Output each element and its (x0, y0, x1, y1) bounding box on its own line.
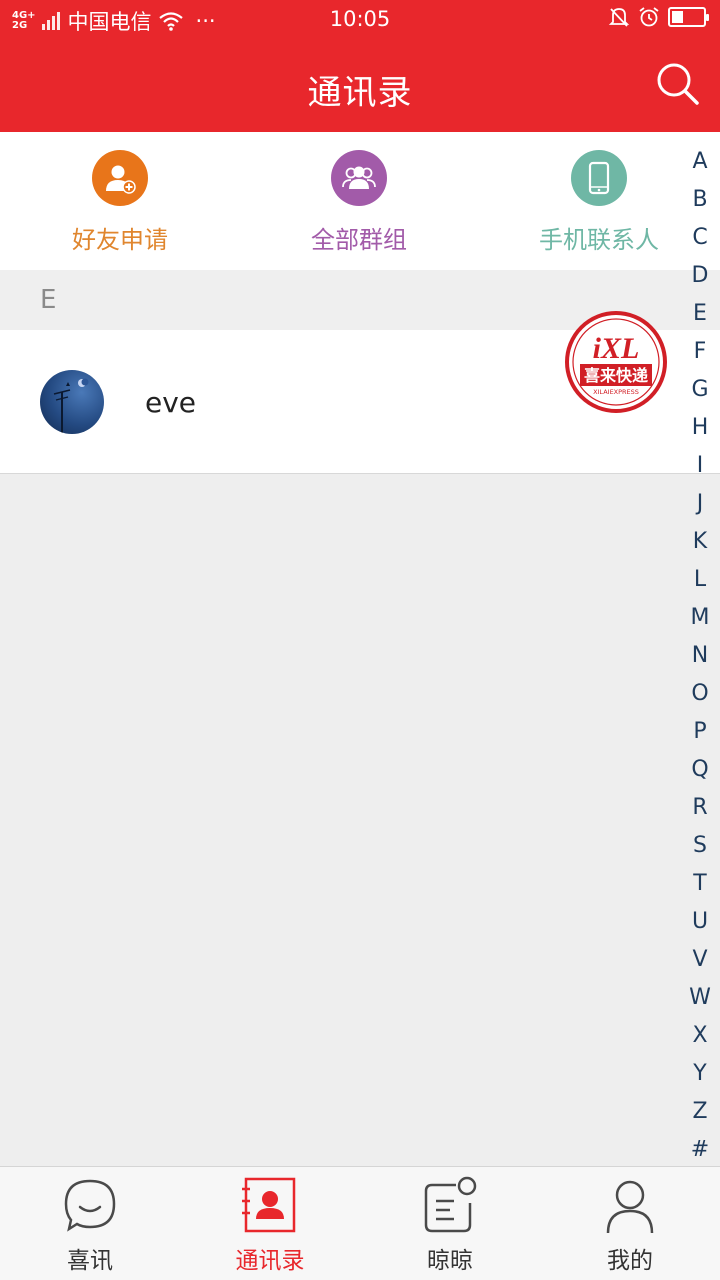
friend-requests-shortcut[interactable]: 好友申请 (20, 150, 220, 255)
search-icon (657, 63, 699, 105)
index-letter-b[interactable]: B (692, 181, 707, 219)
index-letter-i[interactable]: I (697, 447, 704, 485)
index-letter-e[interactable]: E (693, 295, 707, 333)
add-friend-icon (92, 150, 148, 206)
index-letter-a[interactable]: A (692, 143, 707, 181)
svg-text:iXL: iXL (593, 332, 640, 365)
index-letter-n[interactable]: N (692, 637, 708, 675)
alarm-icon (639, 7, 659, 27)
title-bar: 通讯录 (0, 40, 720, 132)
index-letter-k[interactable]: K (693, 523, 707, 561)
phone-icon (571, 150, 627, 206)
all-groups-shortcut[interactable]: 全部群组 (259, 150, 459, 255)
index-letter-u[interactable]: U (692, 903, 708, 941)
index-letter-m[interactable]: M (691, 599, 710, 637)
battery-level (672, 11, 683, 23)
status-right (608, 6, 709, 28)
index-letter-r[interactable]: R (692, 789, 707, 827)
index-letter-h[interactable]: H (692, 409, 709, 447)
avatar (40, 370, 104, 434)
index-letter-f[interactable]: F (694, 333, 707, 371)
bottom-nav: 喜讯 通讯录 晾晾 我的 (0, 1166, 720, 1280)
nav-tab-contacts[interactable]: 通讯录 (180, 1175, 360, 1275)
index-letter-d[interactable]: D (692, 257, 709, 295)
nav-label-xixun: 喜讯 (67, 1248, 113, 1274)
index-letter-y[interactable]: Y (693, 1055, 706, 1093)
svg-text:XILAIEXPRESS: XILAIEXPRESS (593, 388, 639, 396)
nav-label-contacts: 通讯录 (235, 1248, 305, 1274)
brand-stamp: iXL 喜来快递 XILAIEXPRESS (564, 310, 668, 414)
status-bar: 4G+ 2G 中国电信 ··· 10:05 (0, 0, 720, 40)
index-letter-q[interactable]: Q (691, 751, 708, 789)
profile-icon (600, 1175, 660, 1235)
group-icon (331, 150, 387, 206)
index-letter-z[interactable]: Z (692, 1093, 707, 1131)
battery-icon (668, 7, 709, 27)
friend-requests-label: 好友申请 (72, 226, 168, 254)
search-button[interactable] (654, 60, 702, 108)
silent-bell-icon (608, 8, 630, 27)
contacts-book-icon (240, 1175, 300, 1235)
nav-label-profile: 我的 (607, 1248, 653, 1274)
contact-name: eve (145, 386, 197, 419)
phone-contacts-shortcut[interactable]: 手机联系人 (499, 150, 699, 255)
nav-tab-liangliang[interactable]: 晾晾 (360, 1175, 540, 1275)
nav-tab-profile[interactable]: 我的 (540, 1175, 720, 1275)
alphabet-index[interactable]: A B C D E F G H I J K L M N O P Q R S T U V W X Y Z # (680, 143, 720, 1169)
shortcut-row: 好友申请 全部群组 手机联系人 (0, 132, 720, 270)
index-letter-x[interactable]: X (692, 1017, 707, 1055)
index-letter-j[interactable]: J (697, 485, 704, 523)
index-letter-l[interactable]: L (694, 561, 706, 599)
nav-tab-xixun[interactable]: 喜讯 (0, 1175, 180, 1275)
index-letter-w[interactable]: W (689, 979, 711, 1017)
index-letter-s[interactable]: S (693, 827, 707, 865)
page-title: 通讯录 (307, 73, 413, 113)
index-letter-p[interactable]: P (693, 713, 706, 751)
index-letter-o[interactable]: O (691, 675, 708, 713)
index-letter-g[interactable]: G (691, 371, 708, 409)
phone-contacts-label: 手机联系人 (539, 226, 659, 254)
contacts-screen: 4G+ 2G 中国电信 ··· 10:05 通讯录 好友申请 全部群组 手机联系… (0, 0, 720, 1280)
index-letter-c[interactable]: C (692, 219, 707, 257)
index-letter-t[interactable]: T (693, 865, 706, 903)
index-letter-v[interactable]: V (692, 941, 707, 979)
chat-bubble-icon (60, 1175, 120, 1235)
moments-icon (420, 1175, 480, 1235)
index-letter-hash[interactable]: # (691, 1131, 709, 1169)
all-groups-label: 全部群组 (311, 226, 407, 254)
nav-label-liangliang: 晾晾 (427, 1248, 473, 1274)
svg-text:喜来快递: 喜来快递 (584, 366, 648, 385)
